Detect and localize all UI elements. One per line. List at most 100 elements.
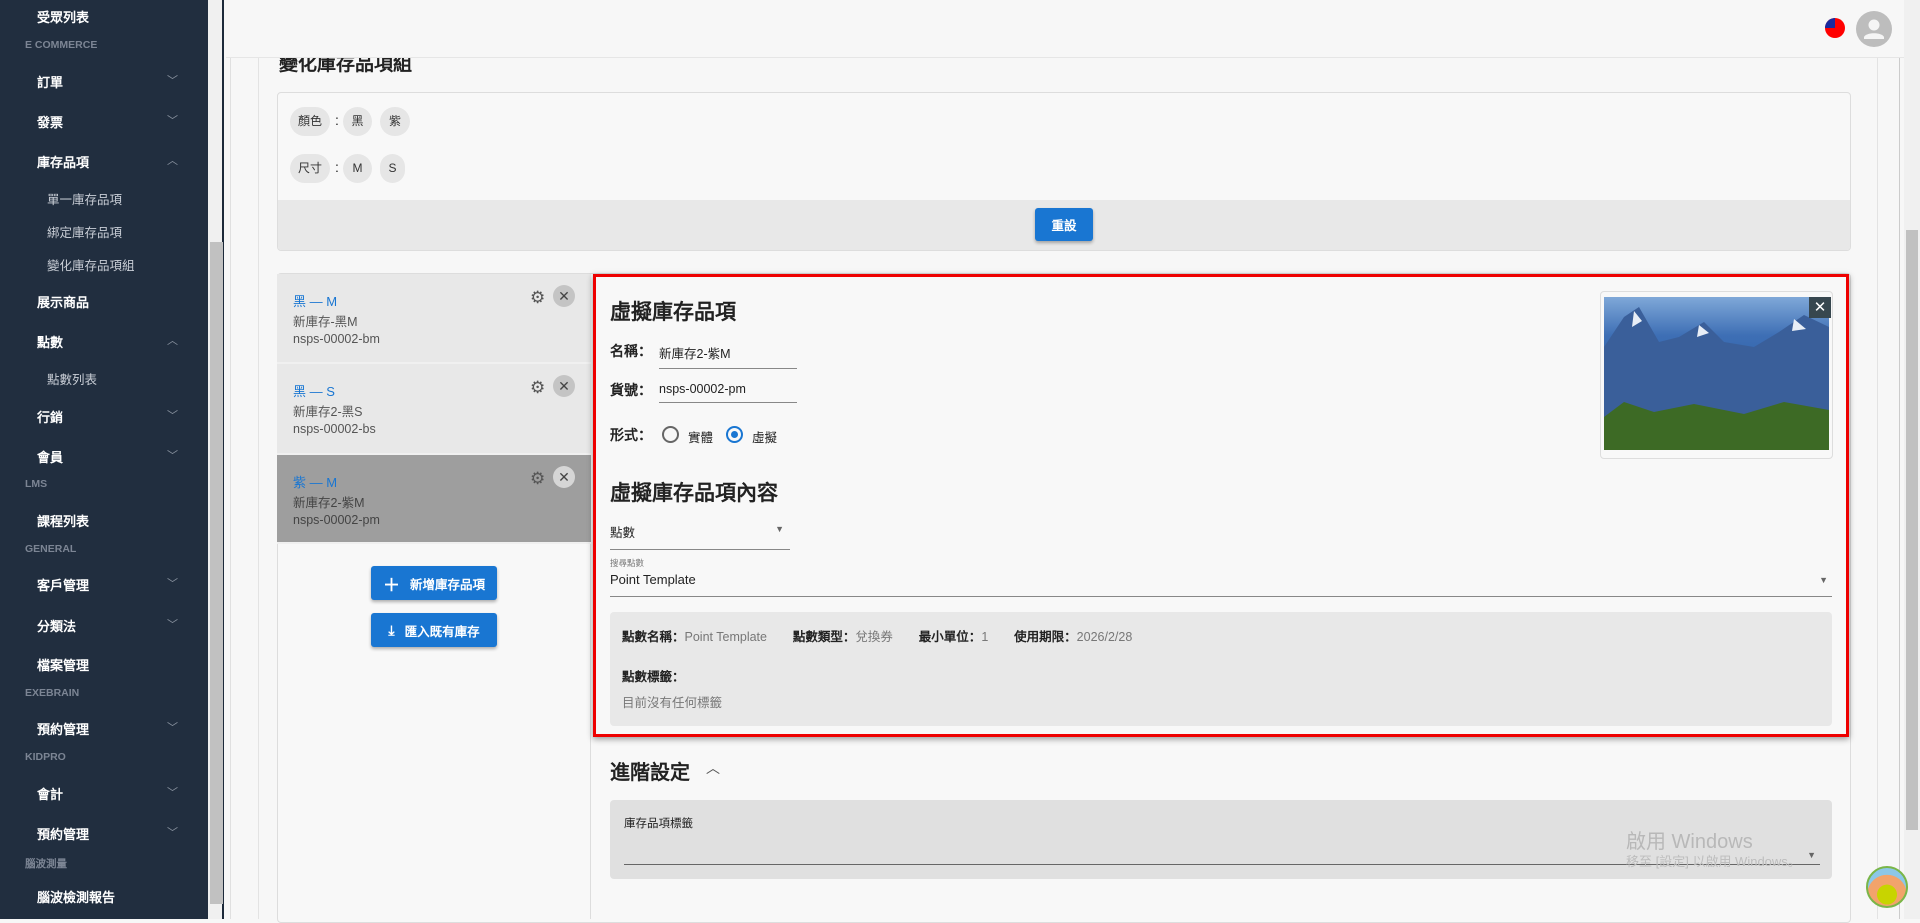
sidebar-item[interactable]: 訂單 — [37, 72, 187, 91]
chevron-down-icon[interactable]: ﹀ — [167, 784, 178, 800]
sidebar-item[interactable]: 綁定庫存品項 — [47, 222, 122, 241]
item-name: 新庫存-黑M — [293, 315, 358, 329]
item-title: 紫 — M — [293, 475, 338, 490]
plus-icon: ＋ — [382, 575, 400, 595]
name-input[interactable]: 新庫存2-紫M — [659, 343, 797, 369]
chevron-down-icon[interactable]: ﹀ — [167, 112, 178, 128]
chevron-down-icon[interactable]: ﹀ — [167, 407, 178, 423]
name-label: 名稱： — [610, 343, 652, 359]
sidebar-item[interactable]: 課程列表 — [37, 511, 187, 530]
option-value-chip[interactable]: 黑 — [343, 107, 372, 136]
remove-image-button[interactable]: ✕ — [1809, 297, 1831, 318]
taiwan-flag-icon[interactable] — [1825, 18, 1845, 38]
option-name-chip[interactable]: 顏色 — [290, 107, 330, 136]
point-type-key: 點數類型： — [792, 630, 856, 644]
item-title: 黑 — S — [293, 384, 335, 399]
sidebar-item[interactable]: 行銷 — [37, 407, 187, 426]
content-type-value: 點數 — [610, 526, 636, 540]
close-icon[interactable]: ✕ — [553, 466, 575, 488]
radio-physical-label: 實體 — [688, 431, 714, 445]
chevron-down-icon[interactable]: ﹀ — [167, 824, 178, 840]
reset-button[interactable]: 重設 — [1035, 208, 1093, 241]
chevron-up-icon[interactable]: ︿ — [706, 758, 720, 778]
advanced-settings-title[interactable]: 進階設定 — [610, 756, 690, 785]
chevron-down-icon[interactable]: ﹀ — [167, 72, 178, 88]
mountain-image — [1604, 297, 1829, 450]
chevron-down-icon[interactable]: ﹀ — [167, 616, 178, 632]
radio-physical[interactable] — [662, 426, 679, 443]
sidebar-item[interactable]: 會員 — [37, 447, 187, 466]
import-stock-label: 匯入既有庫存 — [404, 624, 480, 639]
chevron-down-icon[interactable]: ﹀ — [167, 719, 178, 735]
list-item[interactable]: 黑 — M 新庫存-黑M nsps-00002-bm ⚙ ✕ — [277, 274, 591, 364]
search-points-select[interactable]: Point Template ▼ — [610, 572, 1832, 597]
item-list: 黑 — M 新庫存-黑M nsps-00002-bm ⚙ ✕ 黑 — S 新庫存… — [277, 274, 591, 919]
close-icon[interactable]: ✕ — [553, 375, 575, 397]
sidebar-item[interactable]: 受眾列表 — [37, 7, 187, 26]
min-unit-key: 最小單位： — [918, 630, 982, 644]
item-code: nsps-00002-bm — [293, 332, 380, 346]
download-icon: ⤓ — [388, 621, 395, 638]
add-item-label: 新增庫存品項 — [409, 577, 485, 592]
sidebar-item[interactable]: 庫存品項 — [37, 152, 187, 171]
radio-virtual[interactable] — [726, 426, 743, 443]
list-item[interactable]: 黑 — S 新庫存2-黑S nsps-00002-bs ⚙ ✕ — [277, 364, 591, 455]
item-code: nsps-00002-pm — [293, 513, 380, 527]
option-name-chip[interactable]: 尺寸 — [290, 154, 330, 183]
sidebar-item[interactable]: 預約管理 — [37, 824, 187, 843]
windows-watermark-text: 移至 [設定] 以啟用 Windows。 — [1626, 854, 1801, 869]
sidebar-item[interactable]: 點數列表 — [47, 369, 97, 388]
variant-options-box: 顏色 : 黑 紫 尺寸 : M S 重設 — [277, 92, 1851, 251]
chevron-down-icon[interactable]: ﹀ — [167, 447, 178, 463]
user-avatar[interactable] — [1856, 11, 1892, 47]
sidebar-item[interactable]: 點數 — [37, 332, 187, 351]
sidebar-item[interactable]: 發票 — [37, 112, 187, 131]
sidebar-item[interactable]: 展示商品 — [37, 292, 187, 311]
sidebar-item[interactable]: 會計 — [37, 784, 187, 803]
gear-icon[interactable]: ⚙ — [530, 469, 545, 489]
sidebar-item[interactable]: 變化庫存品項組 — [47, 255, 135, 274]
page-scrollbar-thumb[interactable] — [1906, 230, 1918, 830]
min-unit-value: 1 — [981, 630, 989, 644]
close-icon[interactable]: ✕ — [553, 285, 575, 307]
sidebar-item[interactable]: 單一庫存品項 — [47, 189, 122, 208]
chevron-down-icon[interactable]: ﹀ — [167, 575, 178, 591]
chevron-up-icon[interactable]: ︿ — [167, 152, 178, 168]
gear-icon[interactable]: ⚙ — [530, 288, 545, 308]
floating-assistant-icon[interactable] — [1866, 866, 1908, 908]
code-input[interactable]: nsps-00002-pm — [659, 382, 797, 403]
list-item-selected[interactable]: 紫 — M 新庫存2-紫M nsps-00002-pm ⚙ ✕ — [277, 455, 591, 544]
item-name: 新庫存2-紫M — [293, 496, 365, 510]
expiry-value: 2026/2/28 — [1076, 630, 1133, 644]
sidebar-section-header: EXEBRAIN — [25, 687, 80, 699]
variant-footer: 重設 — [278, 200, 1850, 250]
import-stock-button[interactable]: ⤓ 匯入既有庫存 — [371, 613, 497, 647]
code-label: 貨號： — [610, 382, 652, 398]
sidebar-item[interactable]: 分類法 — [37, 616, 187, 635]
option-value-chip[interactable]: S — [380, 154, 405, 183]
item-title: 黑 — M — [293, 294, 338, 309]
option-value-chip[interactable]: M — [343, 154, 372, 183]
content-type-select[interactable]: 點數 ▼ — [610, 522, 790, 550]
caret-down-icon[interactable]: ▼ — [1807, 850, 1816, 860]
sidebar-item[interactable]: 檔案管理 — [37, 655, 187, 674]
sidebar-section-header: GENERAL — [25, 543, 77, 555]
expiry-key: 使用期限： — [1014, 630, 1077, 644]
sidebar: 受眾列表 E COMMERCE 訂單 ﹀ 發票 ﹀ 庫存品項 ︿ 單一庫存品項 綁定庫存品項 變化庫… — [0, 0, 208, 919]
form-label: 形式： — [610, 427, 652, 443]
point-type-value: 兌換券 — [855, 630, 893, 644]
colon: : — [335, 112, 339, 128]
option-value-chip[interactable]: 紫 — [380, 107, 410, 136]
image-preview: ✕ — [1600, 291, 1833, 459]
gear-icon[interactable]: ⚙ — [530, 378, 545, 398]
sidebar-item[interactable]: 客戶管理 — [37, 575, 187, 594]
add-item-button[interactable]: ＋ 新增庫存品項 — [371, 566, 497, 600]
sidebar-scrollbar-thumb[interactable] — [210, 242, 223, 904]
sidebar-item[interactable]: 預約管理 — [37, 719, 187, 738]
point-info-box: 點數名稱：Point Template 點數類型：兌換券 最小單位：1 使用期限… — [610, 612, 1832, 726]
item-code: nsps-00002-bs — [293, 422, 376, 436]
sidebar-item[interactable]: 腦波檢測報告 — [37, 887, 187, 906]
radio-virtual-label: 虛擬 — [752, 431, 778, 445]
item-name: 新庫存2-黑S — [293, 405, 363, 419]
chevron-up-icon[interactable]: ︿ — [167, 332, 178, 348]
